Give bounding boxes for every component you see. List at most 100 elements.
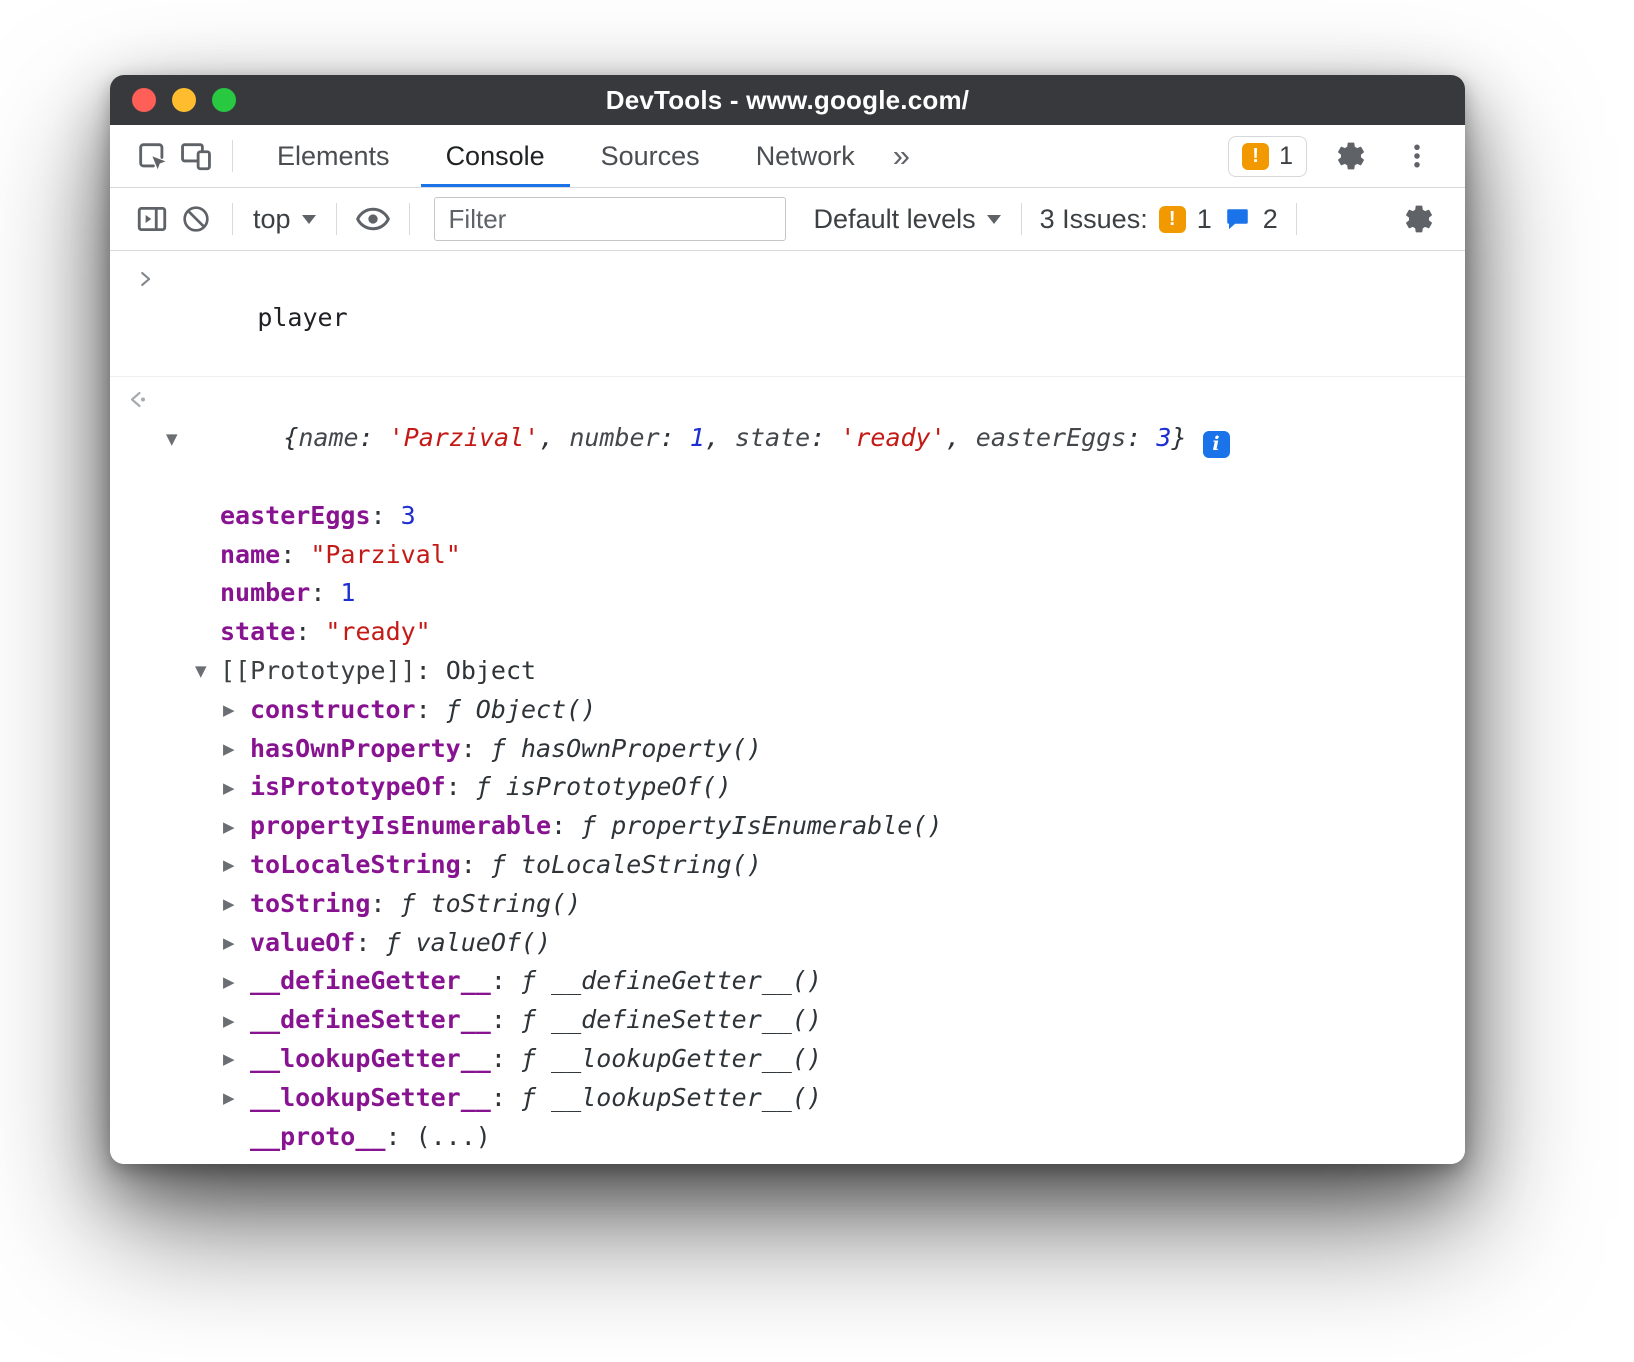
token-punct: :	[416, 695, 446, 724]
tab-network[interactable]: Network	[728, 125, 883, 187]
more-tabs-button[interactable]: »	[883, 138, 920, 174]
issue-message-count: 2	[1263, 204, 1278, 235]
tree-row: ▶__lookupSetter__: ƒ __lookupSetter__()	[110, 1079, 1465, 1118]
tab-console[interactable]: Console	[418, 125, 573, 187]
minimize-button[interactable]	[172, 88, 196, 112]
expand-triangle-right[interactable]: ▶	[223, 1156, 235, 1164]
token-fn: ƒ __proto__()	[476, 1160, 672, 1164]
token-pname: easterEggs	[976, 423, 1127, 452]
token-pname: number	[569, 423, 659, 452]
token-punct: :	[355, 928, 385, 957]
close-button[interactable]	[132, 88, 156, 112]
token-num: 1	[690, 423, 705, 452]
context-selector[interactable]: top	[247, 204, 322, 235]
token-fn: ƒ Object()	[446, 695, 597, 724]
expand-triangle-down[interactable]: ▼	[195, 652, 207, 691]
token-punct: :	[461, 850, 491, 879]
expand-triangle-right[interactable]: ▶	[223, 1079, 235, 1118]
expand-triangle-right[interactable]: ▶	[223, 846, 235, 885]
issues-counter-button[interactable]: 3 Issues: ! 1 2	[1036, 204, 1282, 235]
eye-icon	[355, 201, 391, 237]
token-punct: :	[660, 423, 690, 452]
token-str: "ready"	[325, 617, 430, 646]
token-fn: ƒ __lookupGetter__()	[521, 1044, 822, 1073]
token-prop: state	[220, 617, 295, 646]
token-pname: name	[298, 423, 358, 452]
command-chevron-icon	[134, 268, 156, 290]
console-sidebar-toggle-button[interactable]	[130, 195, 174, 243]
token-num: 3	[1156, 423, 1171, 452]
filter-input[interactable]	[434, 197, 786, 241]
token-prop: __proto__	[250, 1122, 385, 1151]
token-prop: easterEggs	[220, 501, 371, 530]
tree-row: __proto__: (...)	[110, 1118, 1465, 1157]
token-fn: ƒ toString()	[401, 889, 582, 918]
proto-ellipsis[interactable]: (...)	[416, 1122, 491, 1151]
token-fn: ƒ __defineGetter__()	[521, 966, 822, 995]
devtools-settings-button[interactable]	[1329, 132, 1373, 180]
expand-triangle-right[interactable]: ▶	[223, 691, 235, 730]
gear-icon	[1403, 203, 1435, 235]
token-punct: :	[491, 1044, 521, 1073]
divider	[409, 203, 410, 235]
window-title: DevTools - www.google.com/	[606, 85, 969, 116]
token-punct: :	[1126, 423, 1156, 452]
console-toolbar: top Default levels 3 Issues: ! 1	[110, 188, 1465, 251]
log-levels-selector[interactable]: Default levels	[808, 204, 1007, 235]
tree-row: ▶constructor: ƒ Object()	[110, 691, 1465, 730]
console-output: player ▼{name: 'Parzival', number: 1, st…	[110, 251, 1465, 1164]
tab-elements[interactable]: Elements	[249, 125, 418, 187]
token-prop: __defineGetter__	[250, 966, 491, 995]
warnings-counter-button[interactable]: ! 1	[1228, 136, 1307, 177]
token-punct: ,	[946, 423, 976, 452]
inspect-element-button[interactable]	[130, 132, 174, 180]
console-settings-button[interactable]	[1397, 195, 1441, 243]
token-punct: :	[491, 1005, 521, 1034]
divider	[336, 203, 337, 235]
expand-triangle-right[interactable]: ▶	[223, 1001, 235, 1040]
token-punct: ,	[539, 423, 569, 452]
tree-row: state: "ready"	[110, 613, 1465, 652]
message-bubble-icon	[1223, 205, 1252, 234]
token-prop: isPrototypeOf	[250, 772, 446, 801]
kebab-menu-button[interactable]	[1395, 132, 1439, 180]
clear-console-button[interactable]	[174, 195, 218, 243]
token-punct: :	[280, 540, 310, 569]
token-plain: Object	[446, 656, 536, 685]
chevron-down-icon	[302, 215, 316, 224]
expand-triangle-down[interactable]: ▼	[166, 380, 178, 496]
token-fn: ƒ __defineSetter__()	[521, 1005, 822, 1034]
token-punct: }	[1171, 423, 1186, 452]
token-punct: :	[446, 772, 476, 801]
expand-triangle-right[interactable]: ▶	[223, 924, 235, 963]
live-expression-button[interactable]	[351, 195, 395, 243]
info-icon[interactable]: i	[1203, 431, 1230, 458]
device-toolbar-button[interactable]	[174, 132, 218, 180]
token-fn: ƒ __lookupSetter__()	[521, 1083, 822, 1112]
tree-row: ▶get __proto__: ƒ __proto__()	[110, 1156, 1465, 1164]
token-punct: ,	[705, 423, 735, 452]
token-num: 3	[401, 501, 416, 530]
tab-sources[interactable]: Sources	[573, 125, 728, 187]
divider	[232, 140, 233, 172]
token-prop: hasOwnProperty	[250, 734, 461, 763]
issue-warning-icon: !	[1159, 206, 1186, 233]
expand-triangle-right[interactable]: ▶	[223, 962, 235, 1001]
expand-triangle-right[interactable]: ▶	[223, 1040, 235, 1079]
tree-row: ▶propertyIsEnumerable: ƒ propertyIsEnume…	[110, 807, 1465, 846]
token-punct: :	[491, 1083, 521, 1112]
expand-triangle-right[interactable]: ▶	[223, 807, 235, 846]
expand-triangle-right[interactable]: ▶	[223, 768, 235, 807]
console-result-row: ▼{name: 'Parzival', number: 1, state: 'r…	[110, 380, 1465, 496]
kebab-menu-icon	[1402, 141, 1432, 171]
inspect-cursor-icon	[135, 139, 169, 173]
panel-tab-bar: ElementsConsoleSourcesNetwork » ! 1	[110, 125, 1465, 188]
token-punct: :	[810, 423, 840, 452]
issues-label: 3 Issues:	[1040, 204, 1148, 235]
token-punct: :	[295, 617, 325, 646]
token-punct: {	[283, 423, 298, 452]
expand-triangle-right[interactable]: ▶	[223, 885, 235, 924]
token-str: 'ready'	[840, 423, 945, 452]
expand-triangle-right[interactable]: ▶	[223, 730, 235, 769]
zoom-button[interactable]	[212, 88, 236, 112]
